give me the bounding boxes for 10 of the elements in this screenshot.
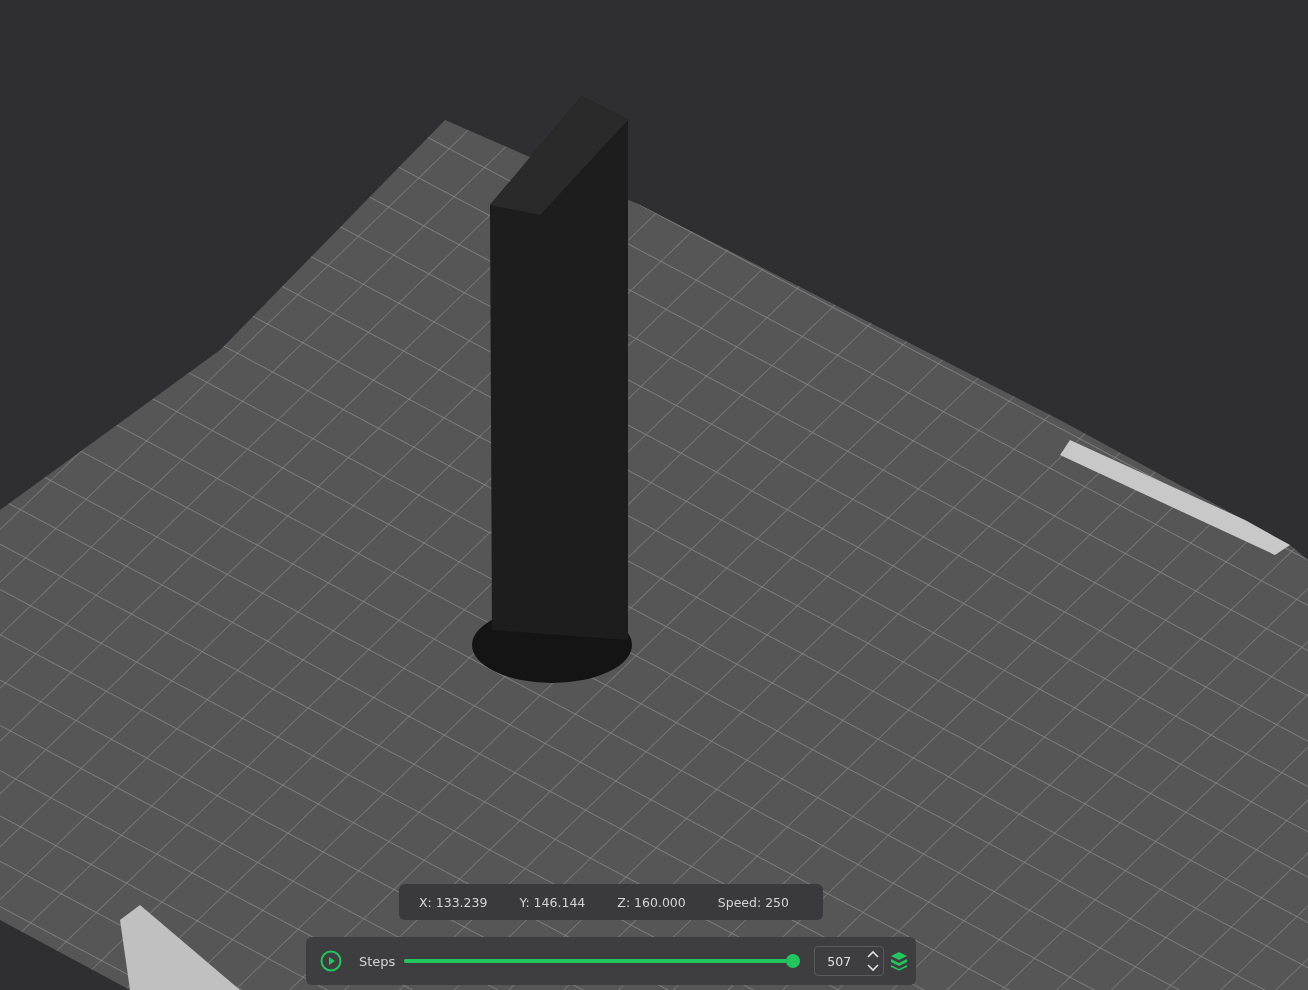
coordinate-text: Speed: 250 (717, 894, 789, 910)
step-input-field[interactable]: 507 (814, 946, 884, 976)
coordinate-text: Y: 146.144 (519, 894, 586, 910)
play-button[interactable] (320, 950, 342, 972)
slider-thumb[interactable] (786, 954, 801, 968)
coordinate-text: Z: 160.000 (617, 894, 686, 910)
steps-label: Steps (359, 953, 396, 969)
coordinate-text: X: 133.239 (419, 894, 488, 910)
layers-icon[interactable] (890, 951, 908, 971)
up-down-arrows-icon[interactable] (867, 950, 879, 972)
